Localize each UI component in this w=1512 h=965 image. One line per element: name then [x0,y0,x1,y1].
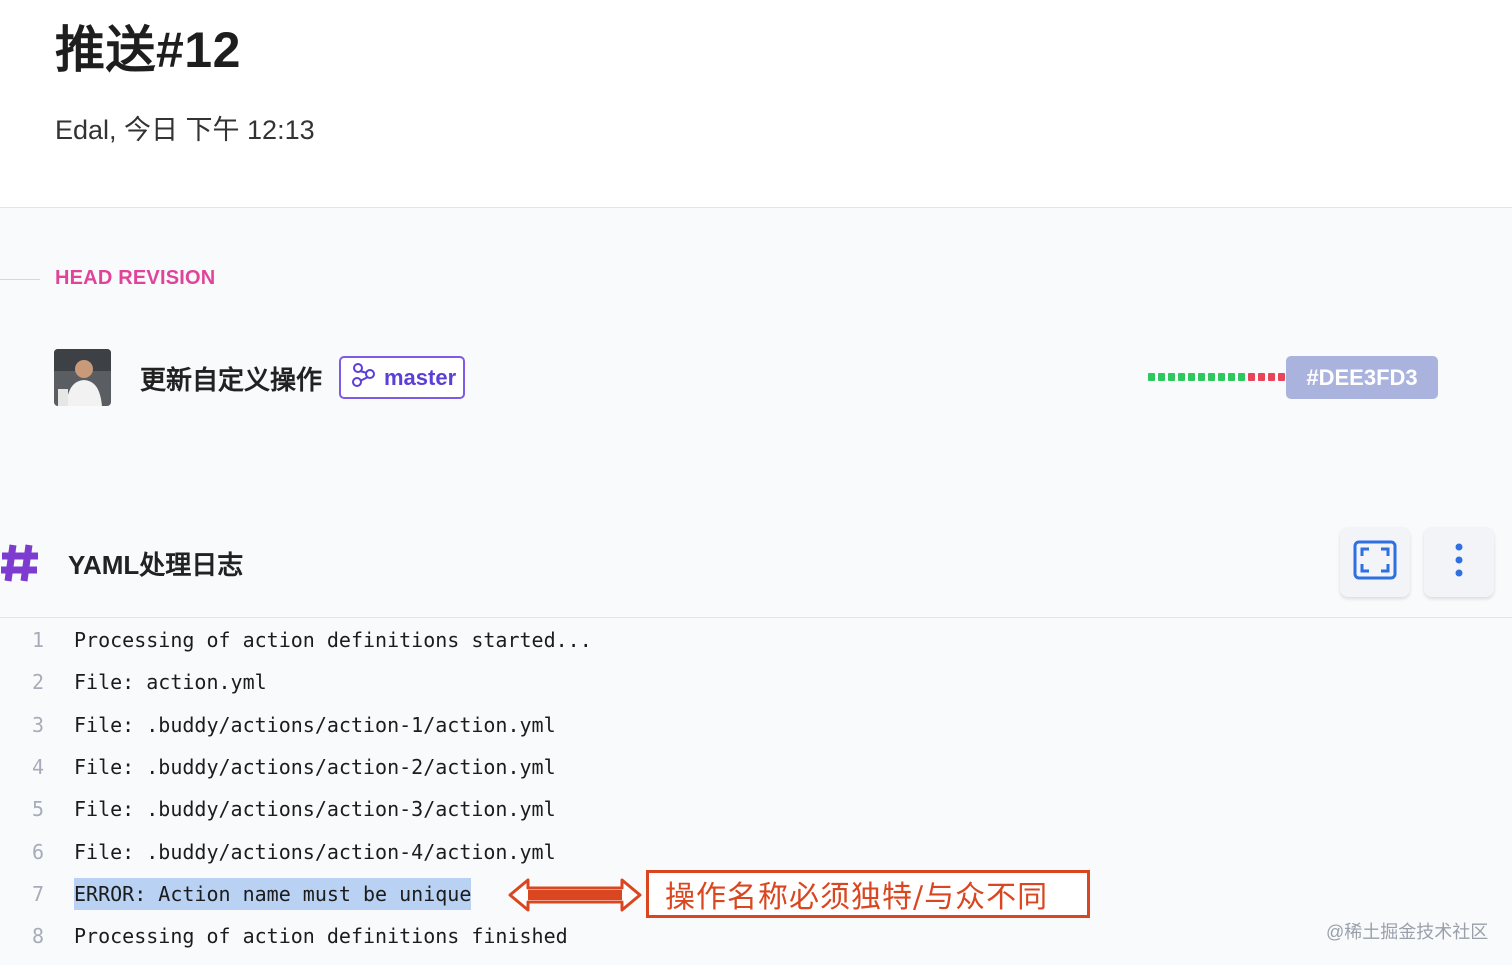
log-line: 2 File: action.yml [0,661,1512,703]
line-number: 1 [31,628,44,653]
line-text: File: .buddy/actions/action-2/action.yml [74,755,556,780]
section-divider [0,279,40,280]
execution-dot[interactable] [1278,373,1285,381]
fullscreen-button[interactable] [1340,527,1410,597]
page-subtitle: Edal, 今日 下午 12:13 [55,115,315,145]
git-branch-icon [350,362,376,393]
fullscreen-icon [1353,540,1397,585]
log-line: 8 Processing of action definitions finis… [0,915,1512,957]
page-title: 推送#12 [55,22,241,78]
line-text: File: .buddy/actions/action-1/action.yml [74,712,556,737]
execution-dot[interactable] [1168,373,1175,381]
annotation-text: 操作名称必须独特/与众不同 [665,880,1049,915]
execution-dot[interactable] [1178,373,1185,381]
line-number: 6 [31,839,44,864]
log-line: 4 File: .buddy/actions/action-2/action.y… [0,746,1512,788]
branch-badge[interactable]: master [339,356,465,399]
line-text-error: ERROR: Action name must be unique [74,877,472,910]
execution-dot[interactable] [1158,373,1165,381]
annotation-box: 操作名称必须独特/与众不同 [646,870,1090,918]
execution-dot[interactable] [1208,373,1215,381]
avatar-image [54,349,111,406]
line-text: File: .buddy/actions/action-4/action.yml [74,839,556,864]
line-number: 8 [31,924,44,949]
execution-dot[interactable] [1188,373,1195,381]
line-text: File: action.yml [74,670,267,695]
execution-dot[interactable] [1228,373,1235,381]
execution-dot[interactable] [1198,373,1205,381]
log-title: YAML处理日志 [68,550,244,580]
branch-label: master [384,364,457,390]
head-revision-label: HEAD REVISION [55,267,216,289]
more-vertical-icon [1454,542,1464,583]
line-number: 3 [31,712,44,737]
commit-message[interactable]: 更新自定义操作 [140,360,322,397]
log-line: 3 File: .buddy/actions/action-1/action.y… [0,704,1512,746]
execution-dot[interactable] [1218,373,1225,381]
line-number: 4 [31,755,44,780]
line-number: 2 [31,670,44,695]
log-line: 1 Processing of action definitions start… [0,619,1512,661]
log-header: YAML处理日志 [0,525,1512,618]
execution-history-dots [1148,373,1305,381]
watermark: @稀土掘金技术社区 [1326,922,1489,942]
line-number: 5 [31,797,44,822]
avatar[interactable] [54,349,111,406]
execution-dot[interactable] [1238,373,1245,381]
line-number: 7 [31,881,44,906]
execution-dot[interactable] [1148,373,1155,381]
execution-dot[interactable] [1248,373,1255,381]
line-text: Processing of action definitions finishe… [74,924,568,949]
line-text: File: .buddy/actions/action-3/action.yml [74,797,556,822]
execution-dot[interactable] [1268,373,1275,381]
double-arrow-icon [506,874,644,921]
revision-badge[interactable]: #DEE3FD3 [1286,356,1438,399]
more-options-button[interactable] [1424,527,1494,597]
log-line: 5 File: .buddy/actions/action-3/action.y… [0,788,1512,830]
log-line: 6 File: .buddy/actions/action-4/action.y… [0,830,1512,872]
execution-dot[interactable] [1258,373,1265,381]
page-header: 推送#12 Edal, 今日 下午 12:13 [0,0,1512,208]
line-text: Processing of action definitions started… [74,628,592,653]
hash-icon [0,543,40,588]
